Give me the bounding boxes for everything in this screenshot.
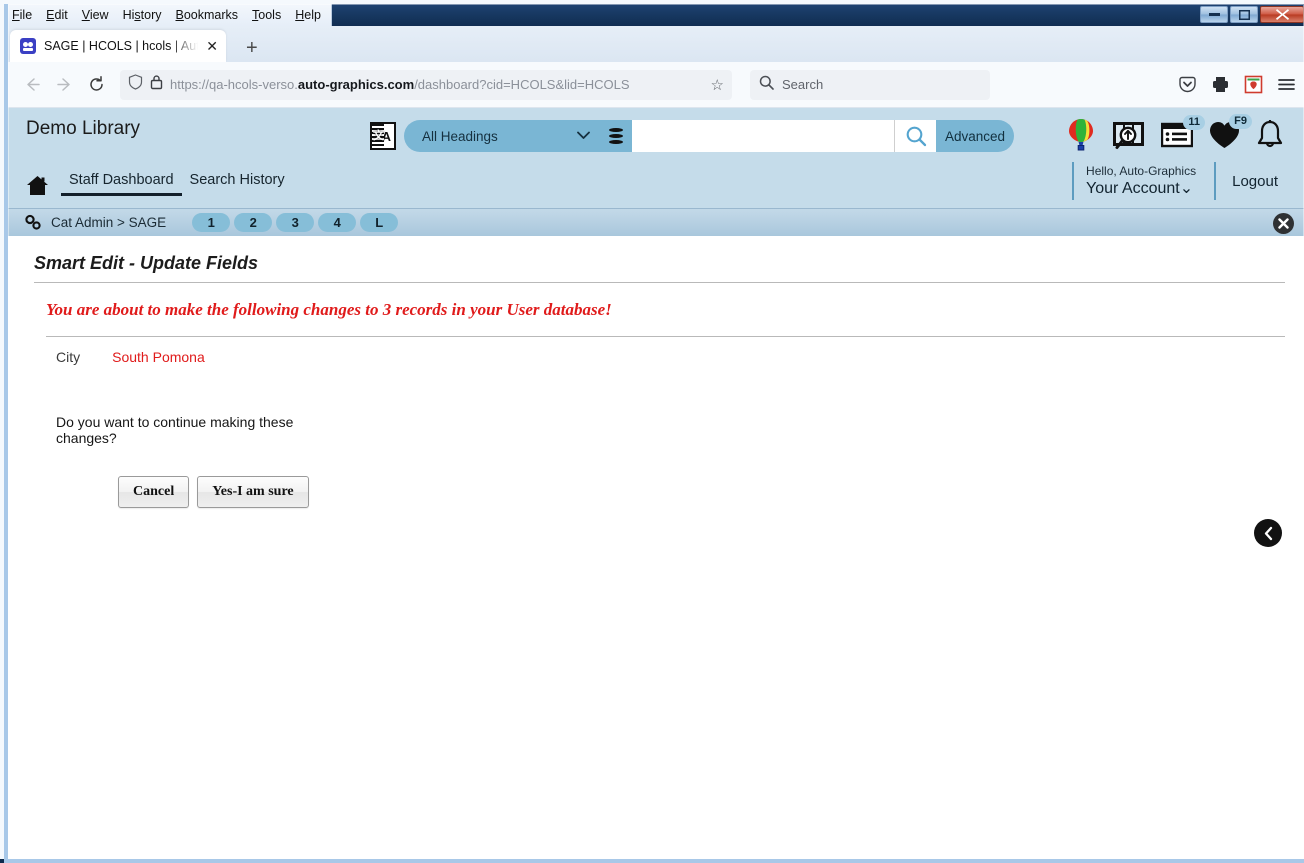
back-icon[interactable] <box>16 70 48 100</box>
database-icon[interactable] <box>600 120 632 152</box>
tab-title: SAGE | HCOLS | hcols | Auto-Graphics <box>44 39 198 53</box>
minimize-button[interactable] <box>1200 6 1228 23</box>
page-pill[interactable]: 4 <box>318 213 356 232</box>
page-pill[interactable]: 1 <box>192 213 230 232</box>
title-bar: FFileile Edit View History Bookmarks Too… <box>4 4 1304 26</box>
close-panel-button[interactable] <box>1273 213 1294 234</box>
url-bar[interactable]: https://qa-hcols-verso.auto-graphics.com… <box>120 70 732 100</box>
divider <box>34 282 1285 283</box>
browser-window: FFileile Edit View History Bookmarks Too… <box>0 0 1304 859</box>
maximize-button[interactable] <box>1230 6 1258 23</box>
link-icon[interactable] <box>24 214 43 231</box>
field-row: City South Pomona <box>56 349 205 365</box>
browser-tab[interactable]: SAGE | HCOLS | hcols | Auto-Graphics ✕ <box>10 30 226 62</box>
field-value: South Pomona <box>112 349 205 365</box>
button-row: Cancel Yes-I am sure <box>118 476 309 508</box>
heading-select[interactable]: All Headings <box>404 120 600 152</box>
sidebar-item-staff-dashboard[interactable]: Staff Dashboard <box>61 172 182 196</box>
browser-toolbar-icons <box>1178 75 1296 94</box>
breadcrumb: Cat Admin > SAGE <box>51 215 166 230</box>
search-input[interactable] <box>632 120 894 152</box>
search-submit-button[interactable] <box>894 120 936 152</box>
back-button[interactable] <box>1254 519 1282 547</box>
account-info: Hello, Auto-Graphics Your Account⌄ <box>1072 162 1214 200</box>
menu-tools[interactable]: Tools <box>252 8 281 22</box>
confirm-button[interactable]: Yes-I am sure <box>197 476 308 508</box>
greeting-text: Hello, Auto-Graphics <box>1086 164 1196 178</box>
tab-strip: SAGE | HCOLS | hcols | Auto-Graphics ✕ + <box>4 26 1304 62</box>
cancel-button[interactable]: Cancel <box>118 476 189 508</box>
advanced-search-button[interactable]: Advanced <box>936 120 1014 152</box>
pocket-icon[interactable] <box>1178 75 1197 94</box>
translate-icon[interactable]: 文A <box>370 122 396 150</box>
list-badge: 11 <box>1183 115 1205 130</box>
window-controls <box>1200 6 1304 23</box>
home-icon[interactable] <box>26 175 49 196</box>
library-title: Demo Library <box>26 118 140 140</box>
page-pills: 1 2 3 4 L <box>192 213 398 232</box>
bookmark-star-icon[interactable]: ☆ <box>711 76 724 94</box>
confirm-question: Do you want to continue making these cha… <box>56 414 326 446</box>
account-block: Hello, Auto-Graphics Your Account⌄ Logou… <box>1072 162 1284 200</box>
page-pill[interactable]: 3 <box>276 213 314 232</box>
warning-message: You are about to make the following chan… <box>46 300 612 320</box>
sage-favicon <box>20 38 36 54</box>
extension-icon[interactable] <box>1244 75 1263 94</box>
heart-icon[interactable]: F9 <box>1209 121 1240 149</box>
url-text: https://qa-hcols-verso.auto-graphics.com… <box>170 77 704 92</box>
field-label: City <box>56 349 80 365</box>
app-header: Demo Library 文A All Headings Advanced <box>8 108 1304 208</box>
menu-file[interactable]: FFileile <box>12 8 32 22</box>
browser-search-bar[interactable]: Search <box>750 70 990 100</box>
bell-icon[interactable] <box>1256 120 1284 150</box>
sidebar-item-search-history[interactable]: Search History <box>182 172 293 196</box>
search-icon <box>759 75 774 95</box>
print-icon[interactable] <box>1211 75 1230 94</box>
chevron-down-icon <box>577 129 590 143</box>
search-cluster: 文A All Headings Advanced <box>370 120 1014 152</box>
close-icon[interactable]: ✕ <box>206 39 218 53</box>
lock-icon <box>150 74 163 95</box>
your-account-link[interactable]: Your Account⌄ <box>1086 178 1196 198</box>
page-pill[interactable]: 2 <box>234 213 272 232</box>
navigation-toolbar: https://qa-hcols-verso.auto-graphics.com… <box>4 62 1304 108</box>
reload-icon[interactable] <box>80 70 112 100</box>
menu-history[interactable]: History <box>123 8 162 22</box>
main-content: Smart Edit - Update Fields You are about… <box>8 236 1304 859</box>
balloon-icon[interactable] <box>1066 118 1096 152</box>
chevron-down-icon: ⌄ <box>1180 180 1193 197</box>
app-nav-tabs: Staff Dashboard Search History <box>26 172 293 196</box>
breadcrumb-bar: Cat Admin > SAGE 1 2 3 4 L <box>8 208 1304 236</box>
menu-bar: FFileile Edit View History Bookmarks Too… <box>4 4 332 26</box>
page-title: Smart Edit - Update Fields <box>34 253 258 274</box>
list-icon[interactable]: 11 <box>1161 122 1193 148</box>
heading-select-label: All Headings <box>422 129 577 144</box>
divider <box>46 336 1285 337</box>
heart-badge: F9 <box>1229 114 1252 129</box>
menu-edit[interactable]: Edit <box>46 8 68 22</box>
browser-search-placeholder: Search <box>782 77 823 92</box>
close-window-button[interactable] <box>1260 6 1304 23</box>
menu-view[interactable]: View <box>82 8 109 22</box>
shield-icon <box>128 74 143 95</box>
header-icons: 11 F9 <box>1066 118 1284 152</box>
menu-help[interactable]: Help <box>295 8 321 22</box>
logout-link[interactable]: Logout <box>1214 162 1284 200</box>
new-tab-button[interactable]: + <box>246 38 258 58</box>
image-search-icon[interactable] <box>1112 119 1145 151</box>
menu-bookmarks[interactable]: Bookmarks <box>176 8 239 22</box>
page-pill[interactable]: L <box>360 213 398 232</box>
forward-icon[interactable] <box>48 70 80 100</box>
menu-icon[interactable] <box>1277 75 1296 94</box>
